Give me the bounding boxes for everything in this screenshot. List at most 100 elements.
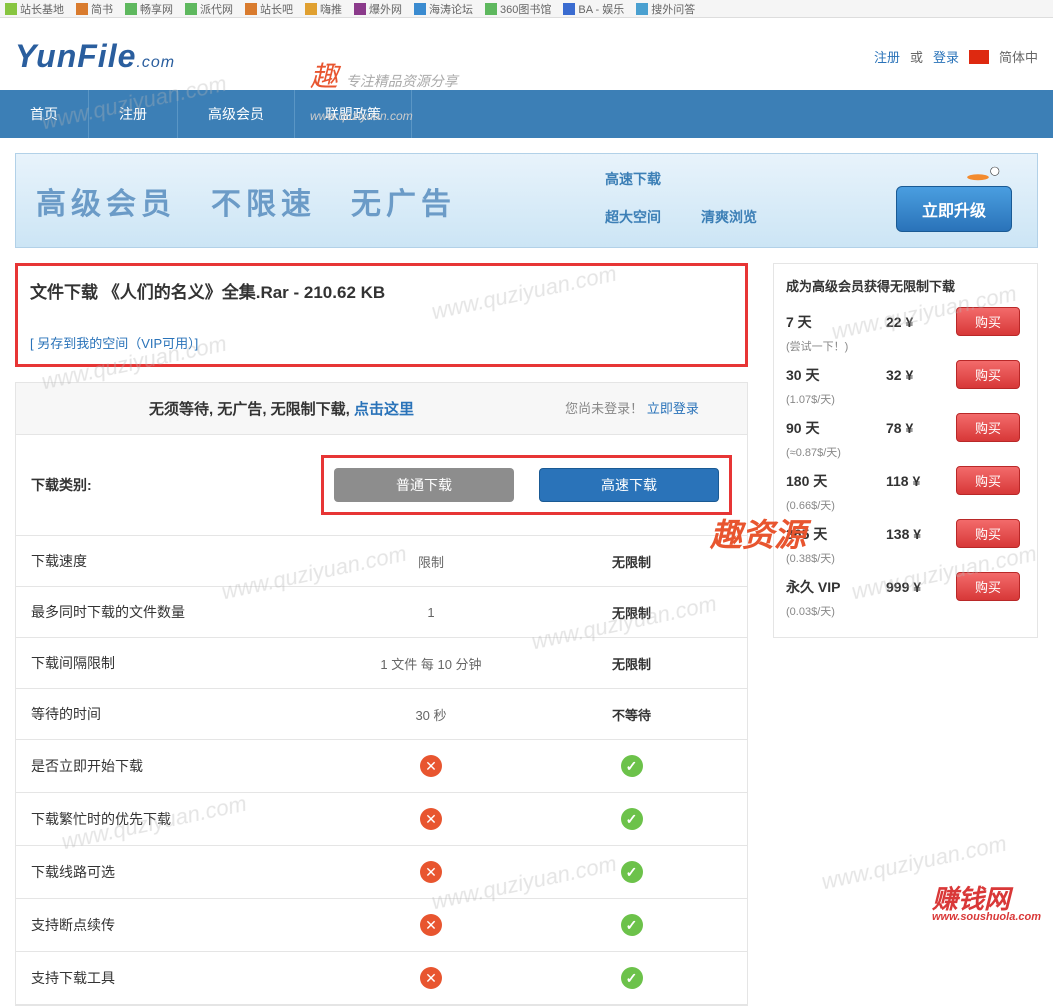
- bookmark-item[interactable]: 360图书馆: [485, 2, 551, 15]
- row-label: 下载速度: [31, 551, 331, 571]
- bookmark-item[interactable]: 畅享网: [125, 2, 173, 15]
- bookmark-item[interactable]: 搜外问答: [636, 2, 695, 15]
- download-compare-box: 无须等待, 无广告, 无限制下载, 点击这里 您尚未登录！ 立即登录 下载类别:…: [15, 382, 748, 1006]
- buy-button[interactable]: 购买: [956, 360, 1020, 389]
- vip-title: 成为高级会员获得无限制下载: [786, 276, 1025, 295]
- save-to-space-link[interactable]: [ 另存到我的空间（VIP可用）]: [30, 333, 733, 352]
- plan-period: 90 天: [786, 418, 886, 438]
- plan-subtext: (尝试一下！): [786, 338, 1025, 354]
- buy-button[interactable]: 购买: [956, 466, 1020, 495]
- login-link[interactable]: 登录: [933, 47, 959, 66]
- buy-button[interactable]: 购买: [956, 413, 1020, 442]
- row-label: 下载间隔限制: [31, 653, 331, 673]
- plan-period: 180 天: [786, 471, 886, 491]
- plan-price: 22 ¥: [886, 314, 956, 330]
- vip-value: 无限制: [531, 552, 732, 571]
- plan-subtext: (0.03$/天): [786, 603, 1025, 619]
- head-text: 无须等待, 无广告, 无限制下载,: [149, 401, 354, 418]
- flag-icon[interactable]: [969, 50, 989, 64]
- file-info-box: 文件下载 《人们的名义》全集.Rar - 210.62 KB [ 另存到我的空间…: [15, 263, 748, 367]
- bookmark-icon: [636, 3, 648, 15]
- header: YunFile.com 注册 或 登录 简体中: [0, 18, 1053, 90]
- bookmark-icon: [485, 3, 497, 15]
- not-logged-text: 您尚未登录！: [565, 401, 643, 416]
- compare-row: 支持下载工具 ✕ ✓: [16, 952, 747, 1005]
- fast-download-button[interactable]: 高速下载: [539, 468, 719, 502]
- compare-row: 等待的时间 30 秒 不等待: [16, 689, 747, 740]
- plan-subtext: (0.38$/天): [786, 550, 1025, 566]
- bookmark-item[interactable]: 简书: [76, 2, 113, 15]
- vip-plan-row: 365 天 138 ¥ 购买: [786, 519, 1025, 548]
- rabbit-carrot-icon: [959, 164, 1009, 182]
- banner-feature-links: 高速下载 超大空间 清爽浏览: [605, 169, 757, 227]
- compare-row: 下载繁忙时的优先下载 ✕ ✓: [16, 793, 747, 846]
- plan-price: 118 ¥: [886, 473, 956, 489]
- compare-row: 支持断点续传 ✕ ✓: [16, 899, 747, 952]
- vip-plan-row: 7 天 22 ¥ 购买: [786, 307, 1025, 336]
- buy-button[interactable]: 购买: [956, 307, 1020, 336]
- bookmark-item[interactable]: 海涛论坛: [414, 2, 473, 15]
- site-logo[interactable]: YunFile.com: [15, 38, 175, 75]
- vip-plan-row: 90 天 78 ¥ 购买: [786, 413, 1025, 442]
- nav-item[interactable]: 首页: [0, 90, 89, 138]
- bookmark-item[interactable]: BA - 娱乐: [563, 2, 624, 15]
- promo-banner: 高级会员 不限速 无广告 高速下载 超大空间 清爽浏览 立即升级: [15, 153, 1038, 248]
- nav-item[interactable]: 注册: [89, 90, 178, 138]
- login-now-link[interactable]: 立即登录: [647, 401, 699, 416]
- plan-price: 32 ¥: [886, 367, 956, 383]
- check-icon: ✓: [621, 914, 643, 936]
- nav-item[interactable]: 高级会员: [178, 90, 295, 138]
- bookmark-icon: [76, 3, 88, 15]
- banner-slogan: 高级会员 不限速 无广告: [36, 179, 456, 223]
- bookmark-item[interactable]: 爆外网: [354, 2, 402, 15]
- bookmark-item[interactable]: 嗨推: [305, 2, 342, 15]
- bookmark-item[interactable]: 站长基地: [5, 2, 64, 15]
- bookmark-item[interactable]: 派代网: [185, 2, 233, 15]
- bookmark-item[interactable]: 站长吧: [245, 2, 293, 15]
- compare-row: 下载间隔限制 1 文件 每 10 分钟 无限制: [16, 638, 747, 689]
- plan-period: 永久 VIP: [786, 577, 886, 597]
- feature-space[interactable]: 超大空间: [605, 207, 661, 227]
- click-here-link[interactable]: 点击这里: [354, 401, 414, 418]
- buy-button[interactable]: 购买: [956, 572, 1020, 601]
- normal-value: 限制: [331, 552, 531, 571]
- buy-button[interactable]: 购买: [956, 519, 1020, 548]
- upgrade-button[interactable]: 立即升级: [896, 186, 1012, 232]
- bookmark-icon: [354, 3, 366, 15]
- feature-clean[interactable]: 清爽浏览: [701, 207, 757, 227]
- bookmark-icon: [185, 3, 197, 15]
- vip-plan-row: 30 天 32 ¥ 购买: [786, 360, 1025, 389]
- plan-subtext: (1.07$/天): [786, 391, 1025, 407]
- normal-value: 1: [331, 605, 531, 620]
- compare-row: 是否立即开始下载 ✕ ✓: [16, 740, 747, 793]
- plan-period: 30 天: [786, 365, 886, 385]
- bookmark-icon: [125, 3, 137, 15]
- register-link[interactable]: 注册: [874, 47, 900, 66]
- compare-header: 无须等待, 无广告, 无限制下载, 点击这里 您尚未登录！ 立即登录: [16, 383, 747, 435]
- header-right: 注册 或 登录 简体中: [874, 47, 1038, 66]
- plan-price: 999 ¥: [886, 579, 956, 595]
- compare-row: 下载速度 限制 无限制: [16, 536, 747, 587]
- row-label: 支持下载工具: [31, 968, 331, 988]
- lang-label[interactable]: 简体中: [999, 47, 1038, 66]
- download-buttons-highlight: 普通下载 高速下载: [321, 455, 732, 515]
- nav-item[interactable]: 联盟政策: [295, 90, 412, 138]
- vip-value: 不等待: [531, 705, 732, 724]
- check-icon: ✓: [621, 861, 643, 883]
- cross-icon: ✕: [420, 914, 442, 936]
- bookmark-icon: [245, 3, 257, 15]
- feature-fast[interactable]: 高速下载: [605, 169, 661, 189]
- cross-icon: ✕: [420, 861, 442, 883]
- plan-period: 365 天: [786, 524, 886, 544]
- bookmark-icon: [414, 3, 426, 15]
- vip-plan-row: 永久 VIP 999 ¥ 购买: [786, 572, 1025, 601]
- check-icon: ✓: [621, 808, 643, 830]
- cross-icon: ✕: [420, 967, 442, 989]
- row-label: 是否立即开始下载: [31, 756, 331, 776]
- normal-download-button[interactable]: 普通下载: [334, 468, 514, 502]
- vip-pricing-box: 成为高级会员获得无限制下载 7 天 22 ¥ 购买 (尝试一下！) 30 天 32 …: [773, 263, 1038, 638]
- bookmark-icon: [5, 3, 17, 15]
- row-label: 下载繁忙时的优先下载: [31, 809, 331, 829]
- plan-period: 7 天: [786, 312, 886, 332]
- logo-main: YunFile: [15, 38, 136, 74]
